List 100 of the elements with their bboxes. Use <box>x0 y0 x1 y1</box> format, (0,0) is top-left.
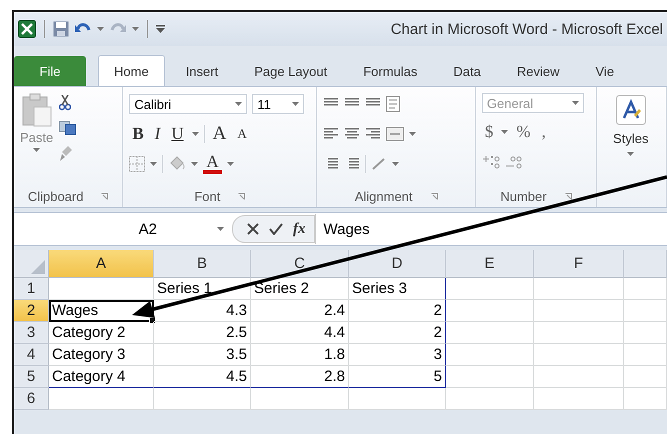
formula-field[interactable]: Wages <box>314 214 667 244</box>
cell[interactable] <box>251 388 349 410</box>
grow-font-button[interactable]: A <box>210 124 230 144</box>
cell[interactable]: 2.8 <box>251 366 349 388</box>
column-header[interactable]: F <box>534 250 624 278</box>
cell[interactable]: 4.3 <box>154 300 251 322</box>
currency-button[interactable]: $ <box>482 122 496 142</box>
caret-icon[interactable] <box>217 227 224 231</box>
cell[interactable]: 3.5 <box>154 344 251 366</box>
name-box[interactable]: A2 <box>14 220 232 238</box>
cell[interactable] <box>534 388 624 410</box>
decrease-decimal-icon[interactable] <box>504 155 523 169</box>
font-color-button[interactable]: A <box>203 154 222 174</box>
cell[interactable] <box>534 344 624 366</box>
cell[interactable]: 4.4 <box>251 322 349 344</box>
caret-icon[interactable] <box>33 148 40 152</box>
cell[interactable] <box>624 366 667 388</box>
cell[interactable] <box>624 388 667 410</box>
bold-button[interactable]: B <box>129 124 147 144</box>
cell[interactable] <box>49 388 154 410</box>
caret-icon[interactable] <box>235 102 242 106</box>
align-left-icon[interactable] <box>323 127 340 141</box>
merge-icon[interactable] <box>386 127 404 141</box>
ribbon-tab[interactable]: Home <box>98 55 165 86</box>
caret-icon[interactable] <box>97 27 104 31</box>
cell[interactable]: Category 2 <box>49 322 154 344</box>
cell[interactable]: 2.5 <box>154 322 251 344</box>
cell[interactable] <box>446 278 534 300</box>
shrink-font-button[interactable]: A <box>234 124 250 144</box>
cell[interactable]: Category 3 <box>49 344 154 366</box>
cell[interactable]: Category 4 <box>49 366 154 388</box>
scissors-icon[interactable] <box>59 95 72 111</box>
cell[interactable] <box>534 366 624 388</box>
wrap-text-icon[interactable] <box>386 96 402 112</box>
cell[interactable] <box>624 300 667 322</box>
caret-icon[interactable] <box>192 132 199 136</box>
styles-button[interactable]: Styles <box>603 93 648 185</box>
row-header[interactable]: 2 <box>14 300 49 322</box>
dialog-launcher-icon[interactable] <box>564 192 572 200</box>
cell[interactable]: 5 <box>349 366 446 388</box>
column-header[interactable]: C <box>251 250 349 278</box>
ribbon-tab[interactable]: Formulas <box>348 56 432 86</box>
cell[interactable] <box>624 278 667 300</box>
column-header[interactable]: B <box>154 250 251 278</box>
caret-icon[interactable] <box>627 152 634 156</box>
caret-icon[interactable] <box>501 130 508 134</box>
cell[interactable]: Series 1 <box>154 278 251 300</box>
cell[interactable] <box>154 388 251 410</box>
cell[interactable]: 4.5 <box>154 366 251 388</box>
ribbon-tab[interactable]: Insert <box>170 56 234 86</box>
row-header[interactable]: 5 <box>14 366 49 388</box>
row-header[interactable]: 6 <box>14 388 49 410</box>
column-header[interactable] <box>624 250 667 278</box>
font-name-dropdown[interactable]: Calibri <box>129 94 248 114</box>
percent-button[interactable]: % <box>513 122 534 142</box>
checkmark-icon[interactable] <box>269 223 283 235</box>
center-icon[interactable] <box>344 127 360 141</box>
cell[interactable] <box>446 344 534 366</box>
cell[interactable] <box>534 322 624 344</box>
increase-decimal-icon[interactable] <box>482 155 500 169</box>
cancel-icon[interactable] <box>247 223 259 235</box>
cell[interactable]: 2 <box>349 300 446 322</box>
caret-icon[interactable] <box>572 101 579 105</box>
cell[interactable] <box>446 322 534 344</box>
cell[interactable]: 2.4 <box>251 300 349 322</box>
font-size-dropdown[interactable]: 11 <box>252 94 304 114</box>
cell[interactable]: 1.8 <box>251 344 349 366</box>
save-icon[interactable] <box>53 21 69 37</box>
row-header[interactable]: 1 <box>14 278 49 300</box>
caret-icon[interactable] <box>132 27 139 31</box>
paintbrush-icon[interactable] <box>59 145 74 161</box>
cell[interactable] <box>534 300 624 322</box>
underline-button[interactable]: U <box>168 124 187 144</box>
cell[interactable] <box>624 344 667 366</box>
italic-button[interactable]: I <box>152 124 164 144</box>
caret-icon[interactable] <box>150 162 158 166</box>
cell[interactable] <box>446 300 534 322</box>
row-header[interactable]: 3 <box>14 322 49 344</box>
customize-icon[interactable] <box>156 25 165 33</box>
ribbon-tab[interactable]: Page Layout <box>239 56 342 86</box>
caret-icon[interactable] <box>392 162 400 166</box>
copy-icon[interactable] <box>59 121 78 135</box>
column-header[interactable]: D <box>349 250 446 278</box>
cell[interactable]: 3 <box>349 344 446 366</box>
align-right-icon[interactable] <box>365 127 382 141</box>
column-header[interactable]: A <box>49 250 154 278</box>
cell[interactable] <box>446 366 534 388</box>
dialog-launcher-icon[interactable] <box>430 192 438 200</box>
row-header[interactable]: 4 <box>14 344 49 366</box>
file-tab[interactable]: File <box>14 56 86 86</box>
dialog-launcher-icon[interactable] <box>238 192 246 200</box>
excel-icon[interactable] <box>18 20 36 38</box>
cell[interactable] <box>446 388 534 410</box>
ribbon-tab[interactable]: Vie <box>580 56 630 86</box>
cell[interactable]: Series 3 <box>349 278 446 300</box>
caret-icon[interactable] <box>292 102 300 106</box>
cell[interactable] <box>624 322 667 344</box>
borders-icon[interactable] <box>129 156 146 172</box>
comma-style-button[interactable]: , <box>538 122 549 142</box>
caret-icon[interactable] <box>409 132 416 136</box>
